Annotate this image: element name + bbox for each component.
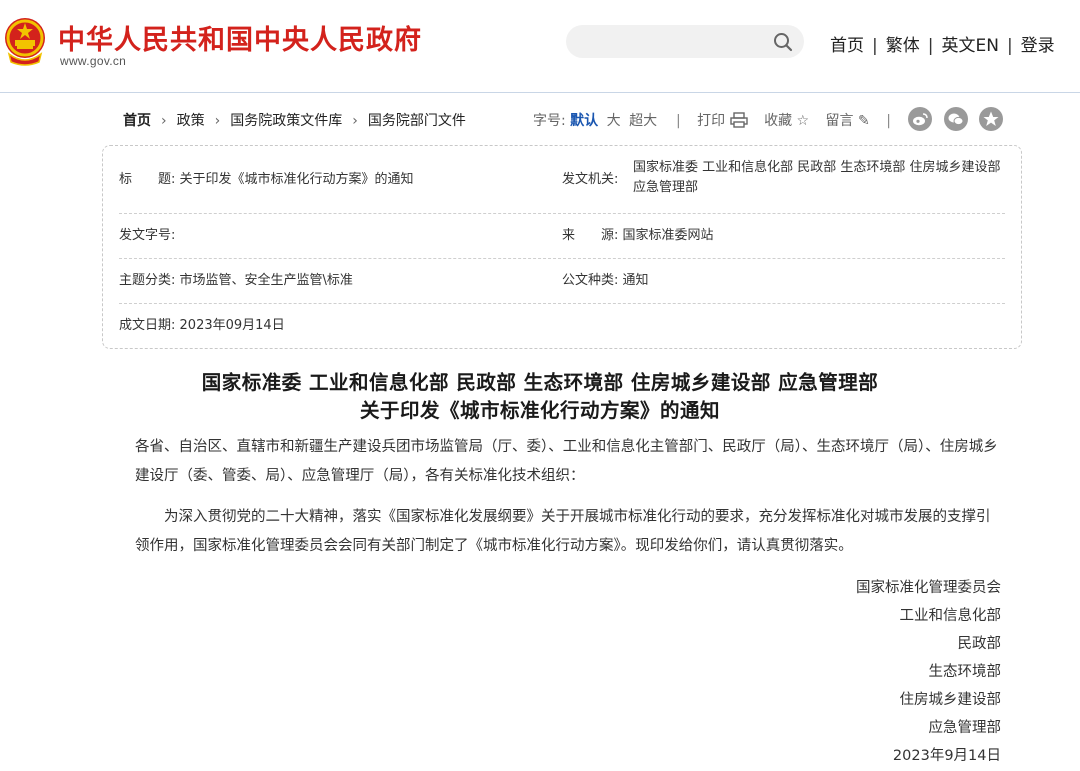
info-value: 市场监管、安全生产监管\标准 [179,273,353,288]
info-label: 来 源: [562,228,619,243]
signature-date: 2023年9月14日 [892,748,1001,764]
info-label: 发文字号: [119,228,176,243]
traditional-chinese-link[interactable]: 繁体 [886,36,920,56]
info-row: 发文字号: 来 源: 国家标准委网站 [119,214,1005,259]
info-row: 标 题: 关于印发《城市标准化行动方案》的通知 发文机关: 国家标准委 工业和信… [119,146,1005,214]
comment-label: 留言 [825,113,854,129]
divider: | [1006,36,1013,56]
breadcrumb-department-docs[interactable]: 国务院部门文件 [368,113,466,129]
document-info-box: 标 题: 关于印发《城市标准化行动方案》的通知 发文机关: 国家标准委 工业和信… [102,145,1022,349]
divider: | [927,36,934,56]
article-title-line-1: 国家标准委 工业和信息化部 民政部 生态环境部 住房城乡建设部 应急管理部 [201,371,879,394]
signature-mee: 生态环境部 [928,664,1002,680]
info-doc-number: 发文字号: [119,226,549,246]
signature-miit: 工业和信息化部 [899,608,1002,624]
font-size-default[interactable]: 默认 [570,113,598,129]
site-url[interactable]: www.gov.cn [60,54,126,68]
article-body: 为深入贯彻党的二十大精神，落实《国家标准化发展纲要》关于开展城市标准化行动的要求… [135,509,991,554]
info-date: 成文日期: 2023年09月14日 [119,316,549,336]
national-emblem-icon[interactable] [3,16,47,66]
info-title: 标 题: 关于印发《城市标准化行动方案》的通知 [119,170,549,190]
weibo-icon[interactable] [908,107,932,131]
favorite-button[interactable]: 收藏 ☆ [764,113,809,129]
login-link[interactable]: 登录 [1021,36,1055,56]
info-value: 关于印发《城市标准化行动方案》的通知 [179,172,414,187]
signature-mem: 应急管理部 [928,720,1002,736]
info-doc-type: 公文种类: 通知 [562,271,1002,291]
divider: | [886,113,891,129]
english-link[interactable]: 英文EN [941,36,998,56]
divider: | [676,113,681,129]
breadcrumb-home[interactable]: 首页 [123,113,151,129]
info-value-issuer: 国家标准委 工业和信息化部 民政部 生态环境部 住房城乡建设部 应急管理部 [633,160,1001,195]
site-title[interactable]: 中华人民共和国中央人民政府 [58,18,422,57]
breadcrumb-policy[interactable]: 政策 [177,113,205,129]
pencil-icon: ✎ [858,113,870,129]
info-row: 主题分类: 市场监管、安全生产监管\标准 公文种类: 通知 [119,259,1005,304]
chevron-right-icon: › [161,113,167,129]
top-links: 首页 | 繁体 | 英文EN | 登录 [830,31,1055,56]
top-header: 中华人民共和国中央人民政府 www.gov.cn 首页 | 繁体 | 英文EN | 登录 [0,0,1080,93]
article-title-line-2: 关于印发《城市标准化行动方案》的通知 [359,399,720,422]
comment-button[interactable]: 留言 ✎ [826,113,870,129]
signature-mohurd: 住房城乡建设部 [899,692,1002,708]
info-value: 2023年09月14日 [179,318,285,333]
article-tools: | 打印 收藏 ☆ 留言 ✎ | [676,110,903,130]
font-size-xlarge[interactable]: 超大 [629,113,657,129]
breadcrumb-policy-library[interactable]: 国务院政策文件库 [230,113,342,129]
search-input[interactable] [580,31,760,53]
info-row: 成文日期: 2023年09月14日 [119,304,1005,349]
wechat-icon[interactable] [944,107,968,131]
star-icon: ☆ [796,113,810,129]
font-size-label: 字号: [533,113,566,129]
font-size-large[interactable]: 大 [607,113,621,129]
home-link[interactable]: 首页 [830,36,864,56]
breadcrumb: 首页 › 政策 › 国务院政策文件库 › 国务院部门文件 [123,110,466,130]
search-box [566,25,804,58]
search-icon[interactable] [772,31,794,53]
info-source: 来 源: 国家标准委网站 [562,226,1002,246]
qzone-icon[interactable] [979,107,1003,131]
divider: | [872,36,878,56]
info-label: 标 题: [119,172,176,187]
info-value: 通知 [622,273,649,288]
print-label: 打印 [697,113,726,129]
info-label: 公文种类: [562,273,619,288]
chevron-right-icon: › [214,113,221,129]
favorite-label: 收藏 [764,113,793,129]
article-salutation: 各省、自治区、直辖市和新疆生产建设兵团市场监管局（厅、委）、工业和信息化主管部门… [135,439,998,484]
info-label: 主题分类: [119,273,176,288]
font-size-switcher: 字号: 默认 大 超大 [533,110,657,130]
chevron-right-icon: › [352,113,358,129]
signature-mca: 民政部 [957,636,1002,652]
info-label: 成文日期: [119,318,176,333]
signature-sac: 国家标准化管理委员会 [856,580,1001,596]
info-category: 主题分类: 市场监管、安全生产监管\标准 [119,271,549,291]
print-button[interactable]: 打印 [697,112,752,129]
print-icon [729,112,748,128]
info-label: 发文机关: [562,172,619,187]
info-value: 国家标准委网站 [622,228,714,243]
